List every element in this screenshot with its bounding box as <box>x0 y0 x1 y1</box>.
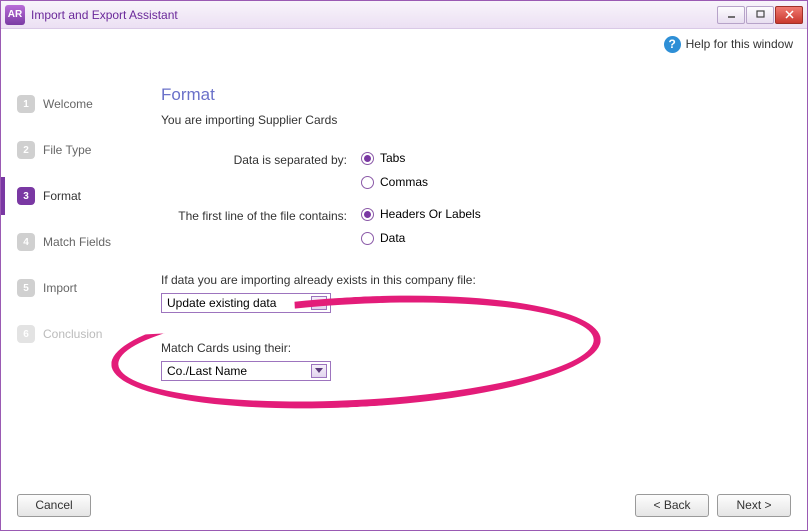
step-matchfields[interactable]: 4 Match Fields <box>15 223 141 261</box>
step-number: 4 <box>17 233 35 251</box>
separator-row: Data is separated by: Tabs Commas <box>161 151 775 189</box>
exists-dropdown[interactable]: Update existing data <box>161 293 331 313</box>
minimize-button[interactable] <box>717 6 745 24</box>
radio-icon <box>361 208 374 221</box>
help-label: Help for this window <box>686 37 793 51</box>
step-number: 5 <box>17 279 35 297</box>
exists-label: If data you are importing already exists… <box>161 273 775 287</box>
step-number: 6 <box>17 325 35 343</box>
step-number: 2 <box>17 141 35 159</box>
radio-label: Commas <box>380 175 428 189</box>
footer: Cancel < Back Next > <box>1 480 807 530</box>
separator-label: Data is separated by: <box>161 151 361 167</box>
radio-commas[interactable]: Commas <box>361 175 428 189</box>
step-number: 1 <box>17 95 35 113</box>
step-number: 3 <box>17 187 35 205</box>
step-format[interactable]: 3 Format <box>15 177 141 215</box>
radio-label: Data <box>380 231 405 245</box>
chevron-down-icon <box>311 364 327 378</box>
window-title: Import and Export Assistant <box>31 8 717 22</box>
radio-data[interactable]: Data <box>361 231 481 245</box>
step-label: File Type <box>43 143 91 157</box>
radio-icon <box>361 232 374 245</box>
step-label: Format <box>43 189 81 203</box>
radio-icon <box>361 152 374 165</box>
maximize-button[interactable] <box>746 6 774 24</box>
page-heading: Format <box>161 85 775 105</box>
titlebar[interactable]: AR Import and Export Assistant <box>1 1 807 29</box>
match-label: Match Cards using their: <box>161 341 775 355</box>
radio-label: Headers Or Labels <box>380 207 481 221</box>
step-filetype[interactable]: 2 File Type <box>15 131 141 169</box>
radio-icon <box>361 176 374 189</box>
firstline-label: The first line of the file contains: <box>161 207 361 223</box>
help-row: ? Help for this window <box>1 29 807 59</box>
radio-headers[interactable]: Headers Or Labels <box>361 207 481 221</box>
step-conclusion: 6 Conclusion <box>15 315 141 353</box>
step-welcome[interactable]: 1 Welcome <box>15 85 141 123</box>
page-subtitle: You are importing Supplier Cards <box>161 113 775 127</box>
help-icon: ? <box>664 36 681 53</box>
firstline-row: The first line of the file contains: Hea… <box>161 207 775 245</box>
content-panel: Format You are importing Supplier Cards … <box>141 59 807 480</box>
body: 1 Welcome 2 File Type 3 Format 4 Match Field… <box>1 59 807 480</box>
chevron-down-icon <box>311 296 327 310</box>
step-label: Import <box>43 281 77 295</box>
app-icon: AR <box>5 5 25 25</box>
match-dropdown[interactable]: Co./Last Name <box>161 361 331 381</box>
window-frame: AR Import and Export Assistant ? Help fo… <box>0 0 808 531</box>
radio-label: Tabs <box>380 151 405 165</box>
window-controls <box>717 6 803 24</box>
step-label: Conclusion <box>43 327 102 341</box>
radio-tabs[interactable]: Tabs <box>361 151 428 165</box>
step-label: Welcome <box>43 97 93 111</box>
back-button[interactable]: < Back <box>635 494 709 517</box>
step-import[interactable]: 5 Import <box>15 269 141 307</box>
help-link[interactable]: ? Help for this window <box>664 36 793 53</box>
dropdown-value: Update existing data <box>167 296 276 310</box>
step-label: Match Fields <box>43 235 111 249</box>
sidebar: 1 Welcome 2 File Type 3 Format 4 Match Field… <box>1 59 141 480</box>
dropdown-value: Co./Last Name <box>167 364 247 378</box>
close-button[interactable] <box>775 6 803 24</box>
cancel-button[interactable]: Cancel <box>17 494 91 517</box>
next-button[interactable]: Next > <box>717 494 791 517</box>
